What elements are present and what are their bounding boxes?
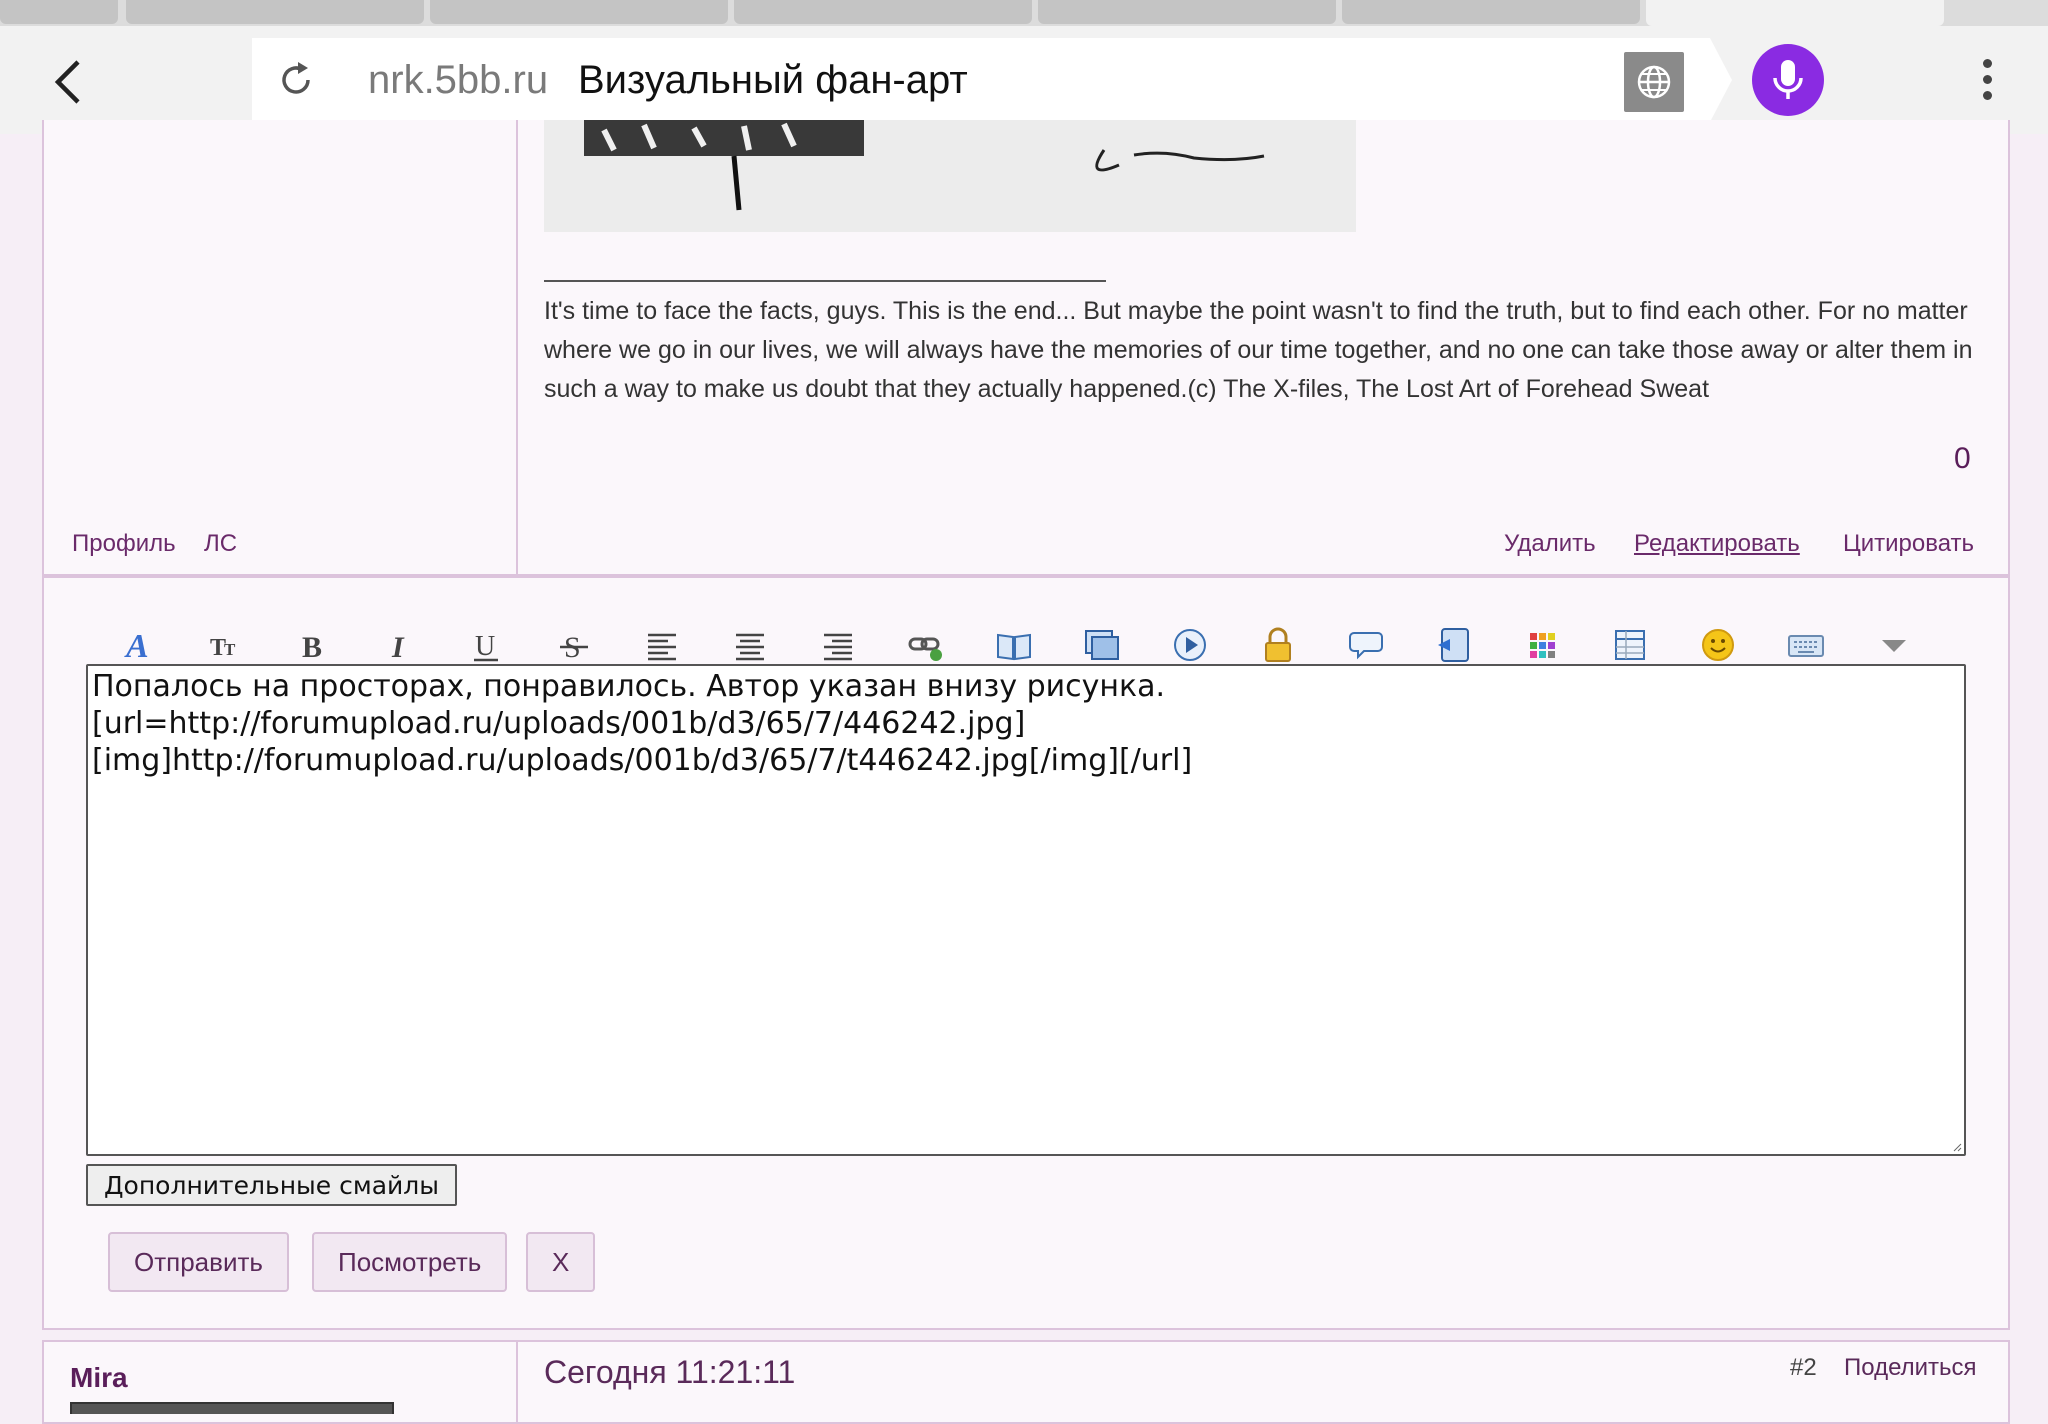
browser-menu-button[interactable] [1972,56,2002,106]
chevron-left-icon [54,60,80,104]
browser-tab[interactable] [1038,0,1336,24]
microphone-icon [1773,60,1803,99]
browser-tab[interactable] [1342,0,1640,24]
reply-editor: A TT B I U S Попалось на просторах, понр… [42,576,2010,1330]
translate-button[interactable] [1624,52,1684,112]
post-column-divider [516,1342,518,1422]
delete-link[interactable]: Удалить [1504,530,1596,558]
more-smiles-button[interactable]: Дополнительные смайлы [86,1164,457,1206]
url-arrow-decoration [1710,38,1732,122]
svg-text:T: T [224,640,236,659]
back-button[interactable] [44,56,96,108]
artwork-image [544,120,1356,232]
svg-text:A: A [124,628,149,665]
post-timestamp[interactable]: Сегодня 11:21:11 [544,1354,795,1391]
tab-strip [0,0,2048,26]
menu-dot-icon [1982,59,1992,68]
voice-search-button[interactable] [1752,44,1824,116]
message-textarea[interactable]: Попалось на просторах, понравилось. Авто… [86,664,1966,1156]
send-button[interactable]: Отправить [108,1232,289,1292]
post-column-divider [516,120,518,574]
preview-button[interactable]: Посмотреть [312,1232,508,1292]
svg-text:I: I [391,631,405,664]
quote-link[interactable]: Цитировать [1843,530,1974,558]
forum-post: It's time to face the facts, guys. This … [42,120,2010,576]
url-field[interactable]: nrk.5bb.ru Визуальный фан-арт [252,38,1732,122]
message-text: Попалось на просторах, понравилось. Авто… [92,669,1193,778]
browser-tab[interactable] [734,0,1032,24]
svg-text:U: U [475,631,495,662]
signature-text: It's time to face the facts, guys. This … [544,297,1973,403]
menu-dot-icon [1982,91,1992,100]
post-number[interactable]: #2 [1790,1354,1817,1382]
avatar [70,1402,394,1414]
browser-tab[interactable] [0,0,118,24]
post-image[interactable] [544,120,1356,232]
share-link[interactable]: Поделиться [1844,1354,1977,1382]
browser-tab-active[interactable] [1646,0,1944,26]
reload-button[interactable] [272,56,320,104]
browser-tab[interactable] [126,0,424,24]
signature-separator [544,280,1106,282]
address-bar: nrk.5bb.ru Визуальный фан-арт [0,26,2048,134]
resize-handle-icon[interactable] [1952,1142,1962,1152]
reputation-counter: 0 [1954,442,1971,475]
edit-link[interactable]: Редактировать [1634,530,1800,558]
url-page-title: Визуальный фан-арт [578,58,968,102]
svg-text:B: B [302,631,322,664]
menu-dot-icon [1982,75,1992,84]
next-forum-post: Mira Сегодня 11:21:11 #2 Поделиться [42,1340,2010,1424]
pm-link[interactable]: ЛС [204,530,237,558]
post-author[interactable]: Mira [70,1362,128,1394]
profile-link[interactable]: Профиль [72,530,176,558]
reload-icon [282,62,310,94]
browser-tab[interactable] [430,0,728,24]
url-domain: nrk.5bb.ru [368,58,549,102]
close-editor-button[interactable]: X [526,1232,596,1292]
globe-icon [1637,65,1671,99]
